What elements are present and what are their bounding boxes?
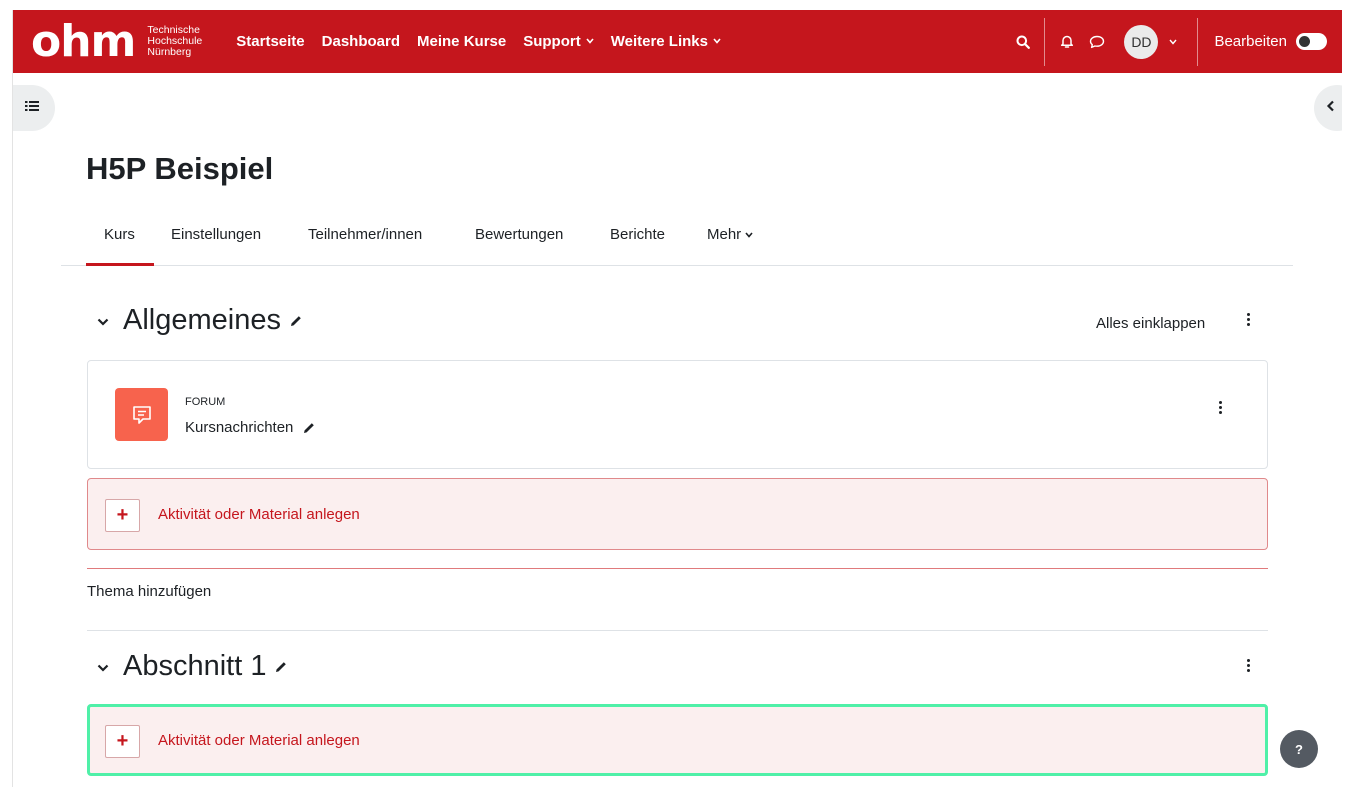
plus-icon: + bbox=[105, 725, 140, 758]
add-activity-button[interactable]: + Aktivität oder Material anlegen bbox=[87, 478, 1268, 550]
section-header-allgemeines: Allgemeines bbox=[97, 304, 303, 337]
page-frame: ohm Technische Hochschule Nürnberg Start… bbox=[12, 10, 1342, 787]
message-bubble-icon[interactable] bbox=[1088, 35, 1106, 49]
add-activity-label: Aktivität oder Material anlegen bbox=[158, 506, 360, 523]
add-activity-button[interactable]: + Aktivität oder Material anlegen bbox=[87, 704, 1268, 776]
toggle-knob bbox=[1299, 36, 1310, 47]
block-drawer-toggle[interactable] bbox=[1314, 85, 1342, 131]
logo-subtitle-line: Nürnberg bbox=[147, 46, 192, 58]
tab-kurs[interactable]: Kurs bbox=[104, 226, 135, 243]
course-secondary-navigation: Kurs Einstellungen Teilnehmer/innen Bewe… bbox=[61, 216, 1293, 266]
activity-name[interactable]: Kursnachrichten bbox=[185, 419, 293, 436]
add-topic-link[interactable]: Thema hinzufügen bbox=[87, 583, 211, 600]
user-avatar[interactable]: DD bbox=[1124, 24, 1159, 59]
pencil-icon[interactable] bbox=[302, 421, 316, 435]
nav-startseite[interactable]: Startseite bbox=[236, 33, 304, 50]
tab-einstellungen[interactable]: Einstellungen bbox=[171, 226, 261, 243]
chevron-down-icon bbox=[713, 36, 721, 47]
nav-support-label: Support bbox=[523, 33, 581, 50]
add-activity-label: Aktivität oder Material anlegen bbox=[158, 732, 360, 749]
forum-icon[interactable] bbox=[115, 388, 168, 441]
pencil-icon[interactable] bbox=[274, 660, 288, 674]
nav-divider bbox=[1197, 17, 1199, 66]
section-header-abschnitt-1: Abschnitt 1 bbox=[97, 650, 288, 683]
search-icon[interactable] bbox=[1014, 35, 1032, 49]
activity-card-forum: FORUM Kursnachrichten bbox=[87, 360, 1268, 469]
user-navigation: DD Bearbeiten bbox=[1014, 10, 1342, 73]
nav-divider bbox=[1044, 17, 1046, 66]
ohm-logo[interactable]: ohm Technische Hochschule Nürnberg bbox=[31, 10, 202, 73]
activity-type-label: FORUM bbox=[185, 396, 226, 408]
section-divider bbox=[87, 568, 1268, 569]
help-button[interactable]: ? bbox=[1280, 730, 1318, 768]
course-index-toggle[interactable] bbox=[13, 85, 55, 131]
kebab-menu-icon[interactable] bbox=[1245, 659, 1251, 672]
chevron-down-icon bbox=[586, 36, 594, 47]
edit-mode-toggle[interactable] bbox=[1296, 33, 1327, 50]
section-title[interactable]: Abschnitt 1 bbox=[123, 650, 266, 683]
logo-wordmark: ohm bbox=[31, 15, 136, 67]
chevron-down-icon[interactable] bbox=[97, 313, 109, 329]
section-title[interactable]: Allgemeines bbox=[123, 304, 281, 337]
active-tab-indicator bbox=[86, 263, 154, 266]
tab-bewertungen[interactable]: Bewertungen bbox=[475, 226, 563, 243]
chevron-down-icon[interactable] bbox=[1166, 39, 1180, 45]
nav-support-dropdown[interactable]: Support bbox=[523, 33, 594, 50]
activity-link[interactable]: Kursnachrichten bbox=[185, 419, 316, 436]
list-icon bbox=[25, 99, 39, 117]
page-title: H5P Beispiel bbox=[86, 151, 274, 186]
chevron-down-icon[interactable] bbox=[97, 659, 109, 675]
kebab-menu-icon[interactable] bbox=[1217, 401, 1223, 414]
nav-weitere-links-dropdown[interactable]: Weitere Links bbox=[611, 33, 721, 50]
plus-icon: + bbox=[105, 499, 140, 532]
nav-dashboard[interactable]: Dashboard bbox=[322, 33, 400, 50]
tab-mehr-dropdown[interactable]: Mehr bbox=[707, 226, 753, 243]
chevron-down-icon bbox=[745, 231, 753, 238]
tab-mehr-label: Mehr bbox=[707, 226, 742, 243]
kebab-menu-icon[interactable] bbox=[1245, 313, 1251, 326]
bell-icon[interactable] bbox=[1058, 34, 1076, 49]
tab-teilnehmer[interactable]: Teilnehmer/innen bbox=[308, 226, 422, 243]
nav-weitere-links-label: Weitere Links bbox=[610, 33, 708, 50]
collapse-all-link[interactable]: Alles einklappen bbox=[1096, 315, 1205, 332]
top-navbar: ohm Technische Hochschule Nürnberg Start… bbox=[13, 10, 1342, 73]
pencil-icon[interactable] bbox=[289, 314, 303, 328]
tab-berichte[interactable]: Berichte bbox=[610, 226, 665, 243]
primary-navigation: Startseite Dashboard Meine Kurse Support… bbox=[236, 33, 738, 50]
section-divider bbox=[87, 630, 1268, 631]
logo-subtitle: Technische Hochschule Nürnberg bbox=[147, 25, 202, 58]
chevron-left-icon bbox=[1326, 99, 1335, 117]
nav-meine-kurse[interactable]: Meine Kurse bbox=[417, 33, 506, 50]
edit-mode-label: Bearbeiten bbox=[1214, 33, 1287, 50]
